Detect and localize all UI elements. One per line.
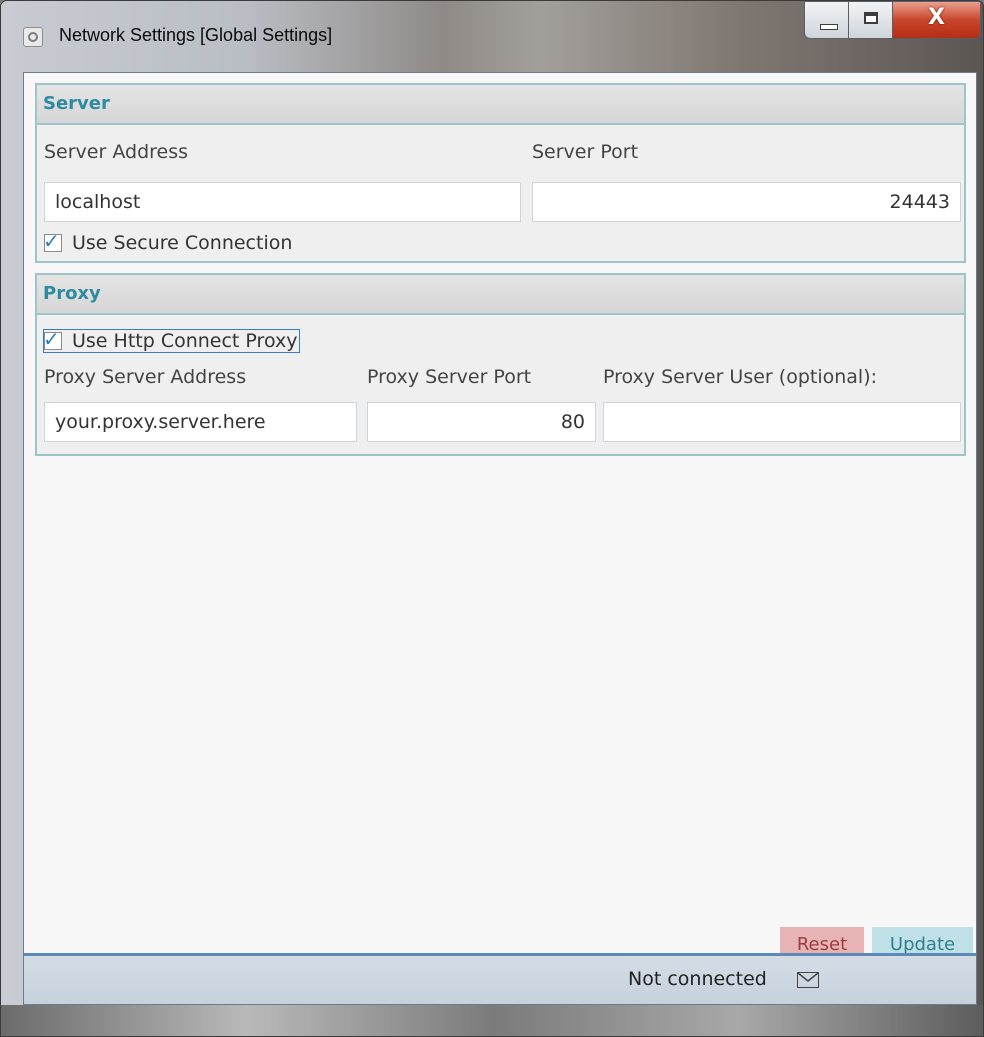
server-group: Server Server Address Server Port localh… [35,83,966,263]
caption-buttons: X [804,1,981,43]
proxy-port-label: Proxy Server Port [367,366,532,388]
minimize-button[interactable] [804,1,849,39]
maximize-icon [864,12,878,24]
close-icon: X [928,5,945,30]
use-proxy-label: Use Http Connect Proxy [72,330,298,352]
minimize-icon [820,24,838,30]
secure-connection-check-box[interactable]: ✓ [43,229,62,253]
proxy-user-input[interactable] [603,402,961,442]
secure-connection-label: Use Secure Connection [72,232,293,254]
use-proxy-check-box[interactable]: ✓ [43,327,62,351]
status-bar: Not connected [24,953,976,1004]
proxy-group: Proxy ✓ Use Http Connect Proxy Proxy Ser… [35,273,966,456]
window-bottom-border [1,1005,983,1036]
server-address-input[interactable]: localhost [44,182,521,222]
checkmark-icon: ✓ [43,327,60,351]
mail-icon[interactable] [797,972,819,988]
server-port-label: Server Port [532,141,639,163]
proxy-port-input[interactable]: 80 [367,402,596,442]
use-proxy-checkbox[interactable]: ✓ Use Http Connect Proxy [42,327,301,353]
proxy-address-label: Proxy Server Address [44,366,247,388]
settings-panel: Server Server Address Server Port localh… [23,72,977,1005]
proxy-group-header: Proxy [37,275,964,315]
server-group-header: Server [37,85,964,125]
server-address-label: Server Address [44,141,189,163]
app-icon[interactable] [23,27,43,47]
title-bar[interactable]: Network Settings [Global Settings] X [1,1,983,73]
network-settings-window: Network Settings [Global Settings] X Ser… [0,0,984,1037]
maximize-button[interactable] [849,1,893,39]
proxy-address-input[interactable]: your.proxy.server.here [44,402,357,442]
close-button[interactable]: X [893,1,981,39]
server-port-input[interactable]: 24443 [532,182,961,222]
proxy-user-label: Proxy Server User (optional): [603,366,878,388]
window-title: Network Settings [Global Settings] [59,25,333,45]
secure-connection-checkbox[interactable]: ✓ Use Secure Connection [43,229,293,254]
checkmark-icon: ✓ [43,229,60,253]
connection-status: Not connected [628,968,767,990]
